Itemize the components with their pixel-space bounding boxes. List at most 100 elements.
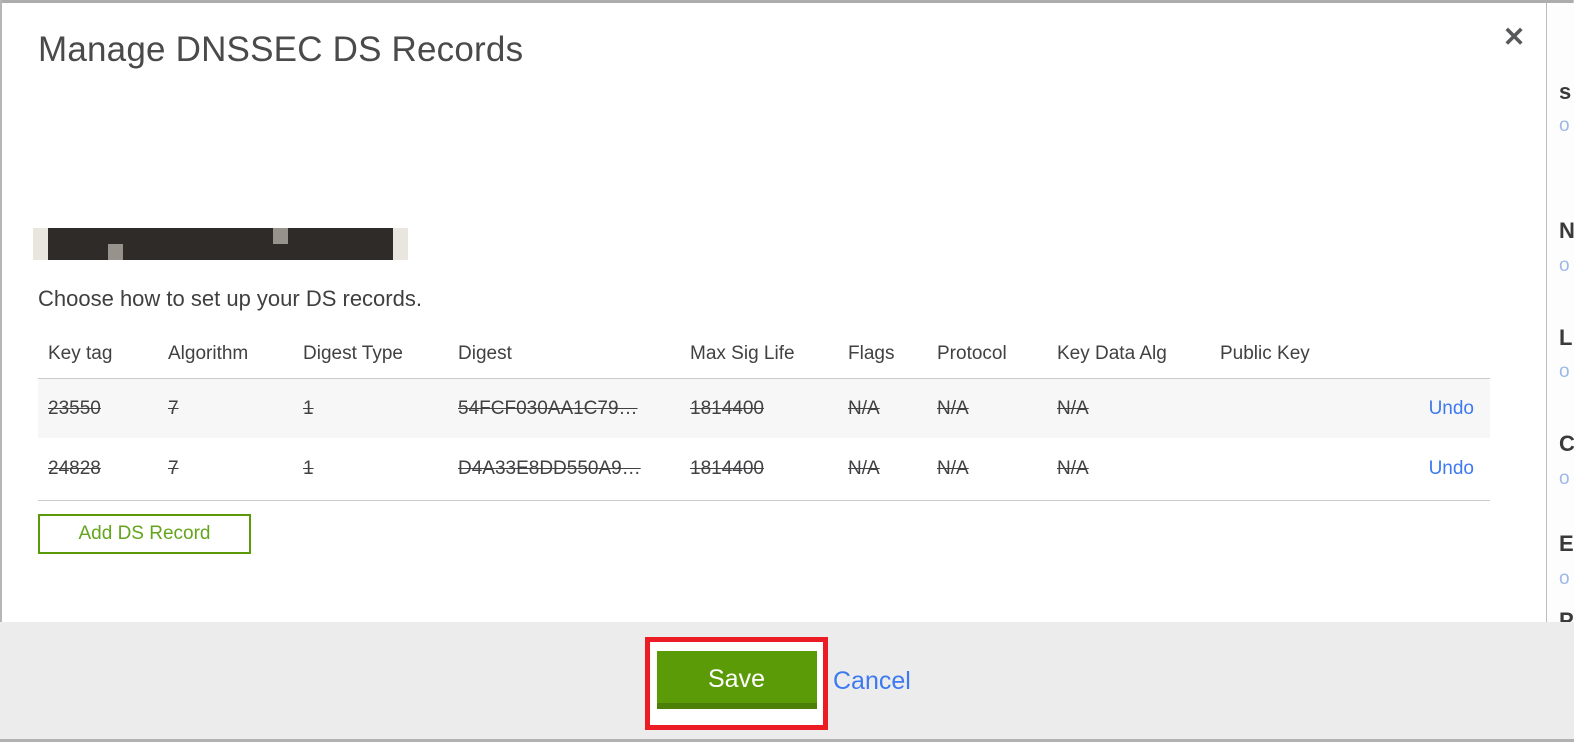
cell-algorithm: 7: [168, 397, 179, 419]
pixel-block: [378, 228, 393, 244]
window-border-top: [0, 0, 1574, 3]
pixel-block: [78, 244, 93, 260]
pixel-block: [198, 244, 213, 260]
cell-digest: 54FCF030AA1C79…: [458, 397, 638, 419]
pixel-block: [333, 228, 348, 244]
pixel-block: [63, 244, 78, 260]
pixel-block: [363, 228, 378, 244]
background-text-fragment: o: [1559, 568, 1570, 589]
pixel-block: [138, 228, 153, 244]
header-algorithm: Algorithm: [168, 343, 249, 364]
background-text-fragment: s: [1559, 79, 1572, 104]
pixel-block: [108, 228, 123, 244]
cell-protocol: N/A: [937, 397, 969, 419]
pixel-block: [378, 244, 393, 260]
pixel-block: [198, 228, 213, 244]
header-digest-type: Digest Type: [303, 343, 403, 364]
pixel-block: [363, 244, 378, 260]
pixel-block: [258, 228, 273, 244]
background-page-sliver: soNoLoCoEoP: [1546, 3, 1574, 622]
undo-link[interactable]: Undo: [1429, 398, 1474, 419]
pixel-block: [213, 244, 228, 260]
header-max-sig-life: Max Sig Life: [690, 343, 795, 364]
pixel-block: [48, 244, 63, 260]
cell-key-tag: 23550: [48, 397, 101, 419]
pixel-block: [393, 228, 408, 244]
cell-flags: N/A: [848, 397, 880, 419]
pixel-block: [348, 228, 363, 244]
pixel-block: [228, 228, 243, 244]
redacted-domain-name: [33, 228, 408, 260]
pixel-block: [108, 244, 123, 260]
add-ds-record-button[interactable]: Add DS Record: [38, 514, 251, 554]
cell-digest: D4A33E8DD550A9…: [458, 458, 641, 479]
pixel-block: [348, 244, 363, 260]
header-key-data-alg: Key Data Alg: [1057, 343, 1167, 364]
cancel-link[interactable]: Cancel: [833, 667, 911, 696]
background-text-fragment: N: [1559, 218, 1574, 243]
background-text-fragment: C: [1559, 431, 1574, 456]
background-text-fragment: o: [1559, 468, 1570, 489]
pixel-block: [303, 244, 318, 260]
pixel-block: [123, 228, 138, 244]
pixel-block: [273, 228, 288, 244]
background-text-fragment: o: [1559, 255, 1570, 276]
pixel-block: [183, 244, 198, 260]
header-key-tag: Key tag: [48, 343, 113, 364]
pixel-block: [258, 244, 273, 260]
cell-key-tag: 24828: [48, 458, 101, 479]
pixel-block: [183, 228, 198, 244]
header-flags: Flags: [848, 343, 895, 364]
background-text-fragment: o: [1559, 361, 1570, 382]
cell-key-data-alg: N/A: [1057, 458, 1089, 479]
pixel-block: [393, 244, 408, 260]
annotation-highlight-box: Save: [645, 637, 828, 730]
pixel-block: [243, 244, 258, 260]
pixel-block: [318, 228, 333, 244]
cell-key-data-alg: N/A: [1057, 397, 1089, 419]
pixel-block: [228, 244, 243, 260]
cell-flags: N/A: [848, 458, 880, 479]
pixel-block: [33, 228, 48, 244]
close-icon[interactable]: ✕: [1499, 22, 1529, 52]
background-text-fragment: E: [1559, 531, 1574, 556]
pixel-block: [33, 244, 48, 260]
pixel-block: [303, 228, 318, 244]
page-title: Manage DNSSEC DS Records: [38, 30, 524, 69]
table-header-row: Key tag Algorithm Digest Type Digest Max…: [38, 330, 1490, 379]
pixel-block: [333, 244, 348, 260]
pixel-block: [153, 228, 168, 244]
pixel-block: [288, 244, 303, 260]
cell-max-sig-life: 1814400: [690, 397, 764, 419]
cell-digest-type: 1: [303, 458, 314, 479]
header-protocol: Protocol: [937, 343, 1007, 364]
pixel-block: [288, 228, 303, 244]
background-text-fragment: P: [1559, 608, 1574, 622]
save-button[interactable]: Save: [656, 651, 817, 709]
header-public-key: Public Key: [1220, 343, 1310, 364]
cell-max-sig-life: 1814400: [690, 458, 764, 479]
pixel-block: [78, 228, 93, 244]
modal-footer: Save Cancel: [0, 622, 1574, 742]
cell-digest-type: 1: [303, 397, 314, 419]
undo-link[interactable]: Undo: [1429, 458, 1474, 479]
pixel-block: [213, 228, 228, 244]
pixel-block: [63, 228, 78, 244]
pixel-block: [273, 244, 288, 260]
pixel-block: [93, 244, 108, 260]
pixel-block: [123, 244, 138, 260]
pixel-block: [138, 244, 153, 260]
pixel-block: [48, 228, 63, 244]
table-row: 23550 7 1 54FCF030AA1C79… 1814400 N/A N/…: [38, 379, 1490, 438]
table-row: 24828 7 1 D4A33E8DD550A9… 1814400 N/A N/…: [38, 438, 1490, 501]
background-text-fragment: o: [1559, 115, 1570, 136]
cell-protocol: N/A: [937, 458, 969, 479]
pixel-block: [168, 244, 183, 260]
pixel-block: [153, 244, 168, 260]
pixel-block: [318, 244, 333, 260]
background-text-fragment: L: [1559, 325, 1573, 350]
subtitle-text: Choose how to set up your DS records.: [38, 286, 422, 311]
pixel-block: [243, 228, 258, 244]
pixel-block: [168, 228, 183, 244]
ds-records-table: Key tag Algorithm Digest Type Digest Max…: [38, 330, 1490, 501]
